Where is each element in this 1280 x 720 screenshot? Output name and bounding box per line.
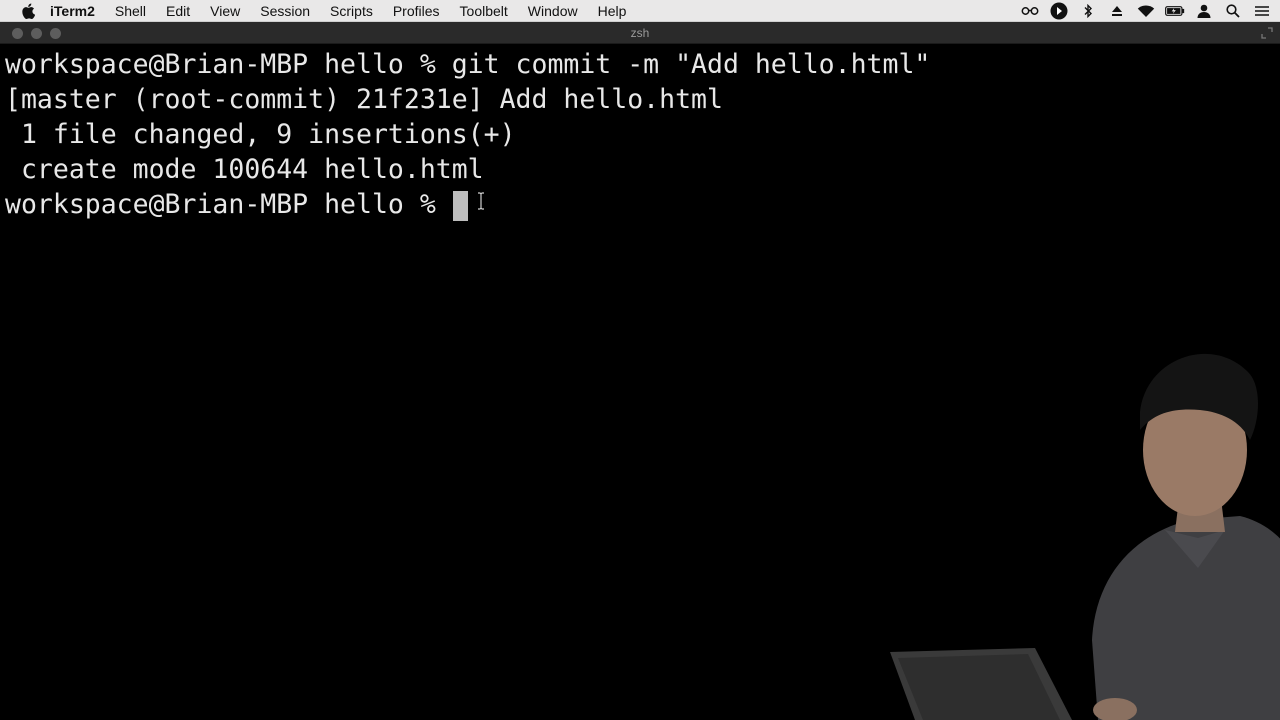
menu-window[interactable]: Window xyxy=(528,0,578,22)
wifi-icon[interactable] xyxy=(1136,0,1156,22)
menu-help[interactable]: Help xyxy=(598,0,627,22)
menu-profiles[interactable]: Profiles xyxy=(393,0,440,22)
menu-session[interactable]: Session xyxy=(260,0,310,22)
control-center-icon[interactable] xyxy=(1252,0,1272,22)
status-menu-area xyxy=(1011,0,1272,22)
ibeam-cursor-icon xyxy=(476,192,486,210)
terminal-cursor xyxy=(453,191,468,221)
glasses-icon[interactable] xyxy=(1020,0,1040,22)
window-title-bar: zsh xyxy=(0,22,1280,44)
menu-app-iterm2[interactable]: iTerm2 xyxy=(50,0,95,22)
menu-shell[interactable]: Shell xyxy=(115,0,146,22)
menu-edit[interactable]: Edit xyxy=(166,0,190,22)
menu-toolbelt[interactable]: Toolbelt xyxy=(460,0,508,22)
terminal-line-prompt: workspace@Brian-MBP hello % xyxy=(5,189,452,220)
eject-icon[interactable] xyxy=(1107,0,1127,22)
terminal-line-command: workspace@Brian-MBP hello % git commit -… xyxy=(5,49,931,80)
terminal-pane[interactable]: workspace@Brian-MBP hello % git commit -… xyxy=(0,44,1280,720)
menu-view[interactable]: View xyxy=(210,0,240,22)
apple-logo-icon[interactable] xyxy=(18,3,38,19)
terminal-line-commit-summary: [master (root-commit) 21f231e] Add hello… xyxy=(5,84,723,115)
terminal-line-create-mode: create mode 100644 hello.html xyxy=(5,154,484,185)
fullscreen-icon[interactable] xyxy=(1260,26,1274,40)
terminal-line-changes: 1 file changed, 9 insertions(+) xyxy=(5,119,516,150)
menu-bar: iTerm2 Shell Edit View Session Scripts P… xyxy=(0,0,1280,22)
play-icon[interactable] xyxy=(1049,0,1069,22)
bluetooth-icon[interactable] xyxy=(1078,0,1098,22)
window-title: zsh xyxy=(630,26,650,40)
presenter-video-image xyxy=(890,353,1280,720)
menu-scripts[interactable]: Scripts xyxy=(330,0,373,22)
user-icon[interactable] xyxy=(1194,0,1214,22)
search-icon[interactable] xyxy=(1223,0,1243,22)
battery-icon[interactable] xyxy=(1165,0,1185,22)
